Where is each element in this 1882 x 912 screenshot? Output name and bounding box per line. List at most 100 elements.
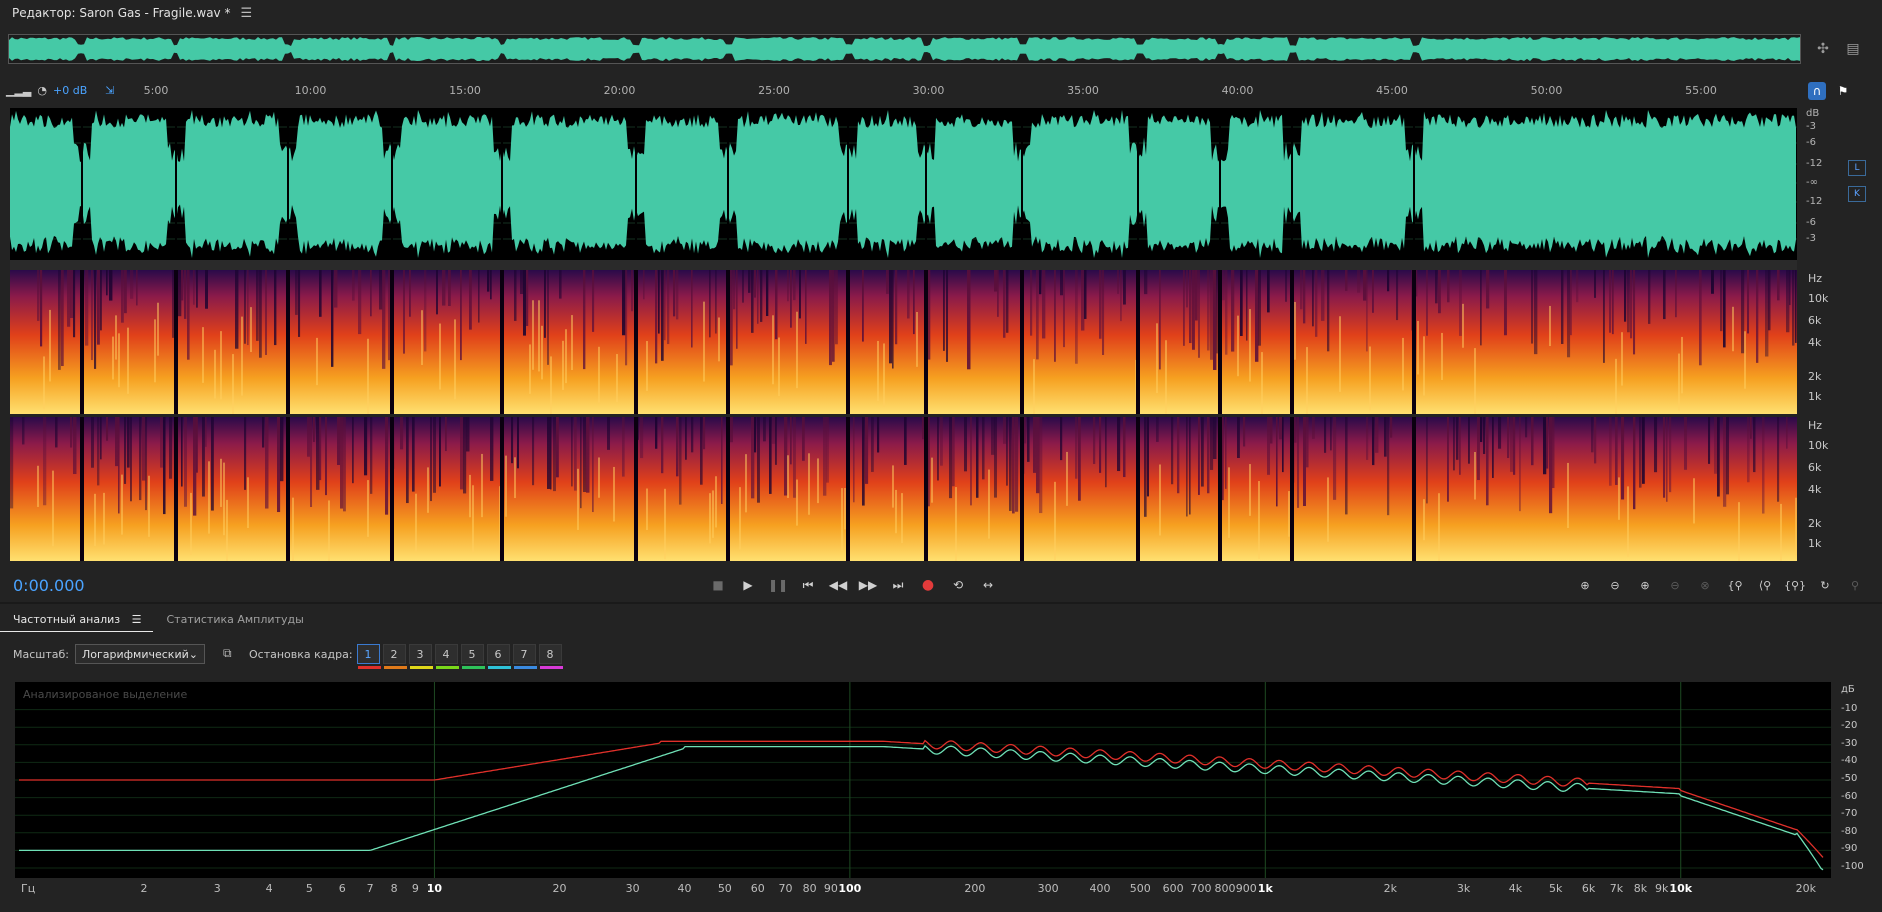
channel-left-toggle[interactable]: L [1848, 160, 1866, 176]
zoom-in-amplitude-icon[interactable]: ⊕ [1572, 574, 1598, 596]
spectrogram-highlight [115, 315, 117, 360]
spectrogram-streak [736, 270, 738, 349]
spectrogram-streak [448, 270, 451, 306]
spectrogram-streak [409, 270, 411, 317]
spectrogram-highlight [367, 480, 369, 537]
spectrogram-highlight [148, 475, 150, 537]
spectrogram-streak [1312, 417, 1315, 439]
copy-to-clipboard-icon[interactable]: ⧉ [223, 646, 239, 662]
hz-tick-label: 5 [305, 882, 313, 895]
spectrogram-highlight [439, 323, 441, 390]
spectrogram-streak [55, 417, 58, 448]
spectrogram-highlight [664, 488, 666, 560]
marker-icon[interactable]: ⚑ [1834, 82, 1852, 100]
spectrogram-streak [358, 270, 362, 335]
loop-playback-button[interactable]: ⟲ [946, 574, 970, 596]
freeze-frame-button-5[interactable]: 5 [460, 644, 485, 669]
timeline-ruler[interactable]: ▁▂▃ ◔ +0 dB ⇲ 5:00 10:00 15:00 20:00 25:00 30… [0, 80, 1882, 108]
spectrogram-streak [790, 417, 792, 465]
spectrogram-streak [487, 270, 490, 292]
zoom-out-time-icon[interactable]: ⊖ [1662, 574, 1688, 596]
freeze-frame-label: Остановка кадра: [248, 647, 353, 661]
spectrogram-streak [1561, 270, 1564, 344]
spectrogram-streak [1684, 417, 1688, 470]
spectrogram-streak [1543, 417, 1547, 475]
spectrogram-highlight [796, 311, 798, 389]
panel-menu-icon[interactable]: ☰ [240, 6, 252, 21]
snap-icon[interactable]: ∩ [1808, 82, 1826, 100]
spectrogram-streak [1297, 417, 1300, 508]
freeze-frame-button-1[interactable]: 1 [356, 644, 381, 669]
spectrogram-streak [1663, 417, 1666, 498]
tab-amplitude-statistics[interactable]: Статистика Амплитуды [153, 609, 315, 631]
go-to-start-button[interactable]: ⏮ [796, 574, 820, 596]
spectrogram-streak [1786, 270, 1790, 333]
go-to-end-button[interactable]: ⏭ [886, 574, 910, 596]
zoom-out-full-icon[interactable]: ⊗ [1692, 574, 1718, 596]
spectrogram-streak [1531, 270, 1534, 344]
freeze-frame-button-6[interactable]: 6 [486, 644, 511, 669]
spectrogram-streak [1075, 270, 1078, 364]
spectrogram-streak [994, 417, 997, 498]
spectrogram-streak [703, 417, 706, 450]
stop-button[interactable]: ■ [706, 574, 730, 596]
fast-forward-button[interactable]: ▶▶ [856, 574, 880, 596]
freeze-frame-button-8[interactable]: 8 [538, 644, 563, 669]
zoom-selection-icon[interactable]: {⚲} [1782, 574, 1808, 596]
spectrogram-streak [1795, 270, 1797, 343]
view-splitter[interactable] [10, 260, 1797, 270]
db-unit-label: дБ [1841, 684, 1855, 695]
rewind-button[interactable]: ◀◀ [826, 574, 850, 596]
pause-button[interactable]: ❚❚ [766, 574, 790, 596]
ruler-tick-label: 20:00 [603, 84, 636, 97]
spectrogram-streak [580, 417, 582, 509]
freeze-frame-button-2[interactable]: 2 [382, 644, 407, 669]
zoom-in-time-icon[interactable]: ⊕ [1632, 574, 1658, 596]
spectrogram-highlight [1567, 462, 1569, 529]
zoom-in-point-icon[interactable]: {⚲ [1722, 574, 1748, 596]
spectrogram-streak [106, 270, 108, 296]
segment-divider [174, 270, 178, 414]
spectrogram-highlight [841, 488, 843, 552]
scale-select[interactable]: Логарифмический ⌄ [74, 644, 205, 664]
freeze-frame-button-3[interactable]: 3 [408, 644, 433, 669]
skip-selection-button[interactable]: ↔ [976, 574, 1000, 596]
spectrogram-highlight [844, 488, 846, 530]
zoom-out-point-icon[interactable]: ⟨⚲ [1752, 574, 1778, 596]
spectrogram-highlight [613, 466, 615, 522]
spectral-view-left[interactable] [10, 270, 1797, 414]
freeze-frame-button-7[interactable]: 7 [512, 644, 537, 669]
freeze-frame-button-4[interactable]: 4 [434, 644, 459, 669]
current-time-display[interactable]: 0:00.000 [13, 576, 85, 595]
record-button[interactable]: ● [916, 574, 940, 596]
zoom-reset-icon[interactable]: ↻ [1812, 574, 1838, 596]
spectrogram-highlight [1780, 503, 1782, 561]
spectrogram-streak [940, 417, 943, 466]
zoom-to-selection-icon[interactable]: ✣ [1812, 38, 1834, 60]
spectrogram-streak [1435, 270, 1438, 304]
spectrogram-streak [40, 270, 43, 347]
frequency-analysis-plot[interactable]: Анализированое выделение [15, 682, 1831, 878]
spectrogram-streak [928, 417, 930, 507]
spectrogram-streak [181, 417, 183, 487]
tab-menu-icon[interactable]: ☰ [132, 613, 142, 626]
spectrogram-streak [1726, 417, 1729, 495]
segment-divider [80, 270, 84, 414]
zoom-out-amplitude-icon[interactable]: ⊖ [1602, 574, 1628, 596]
spectrogram-streak [1633, 417, 1636, 510]
play-button[interactable]: ▶ [736, 574, 760, 596]
spectrogram-streak [1504, 270, 1507, 336]
spectral-display-toggle-icon[interactable]: ▤ [1842, 38, 1864, 60]
spectrogram-streak [1306, 417, 1309, 468]
spectrogram-streak [388, 270, 391, 361]
spectral-view-right[interactable] [10, 417, 1797, 561]
spectrogram-streak [775, 417, 777, 465]
waveform-view[interactable] [10, 108, 1797, 260]
tab-frequency-analysis[interactable]: Частотный анализ ☰ [0, 609, 154, 632]
overview-waveform[interactable] [8, 34, 1801, 64]
spectrogram-streak [319, 417, 322, 481]
channel-right-toggle[interactable]: K [1848, 186, 1866, 202]
zoom-track-icon[interactable]: ⚲ [1842, 574, 1868, 596]
spectrogram-streak [1075, 417, 1078, 479]
spectrogram-streak [316, 417, 320, 490]
